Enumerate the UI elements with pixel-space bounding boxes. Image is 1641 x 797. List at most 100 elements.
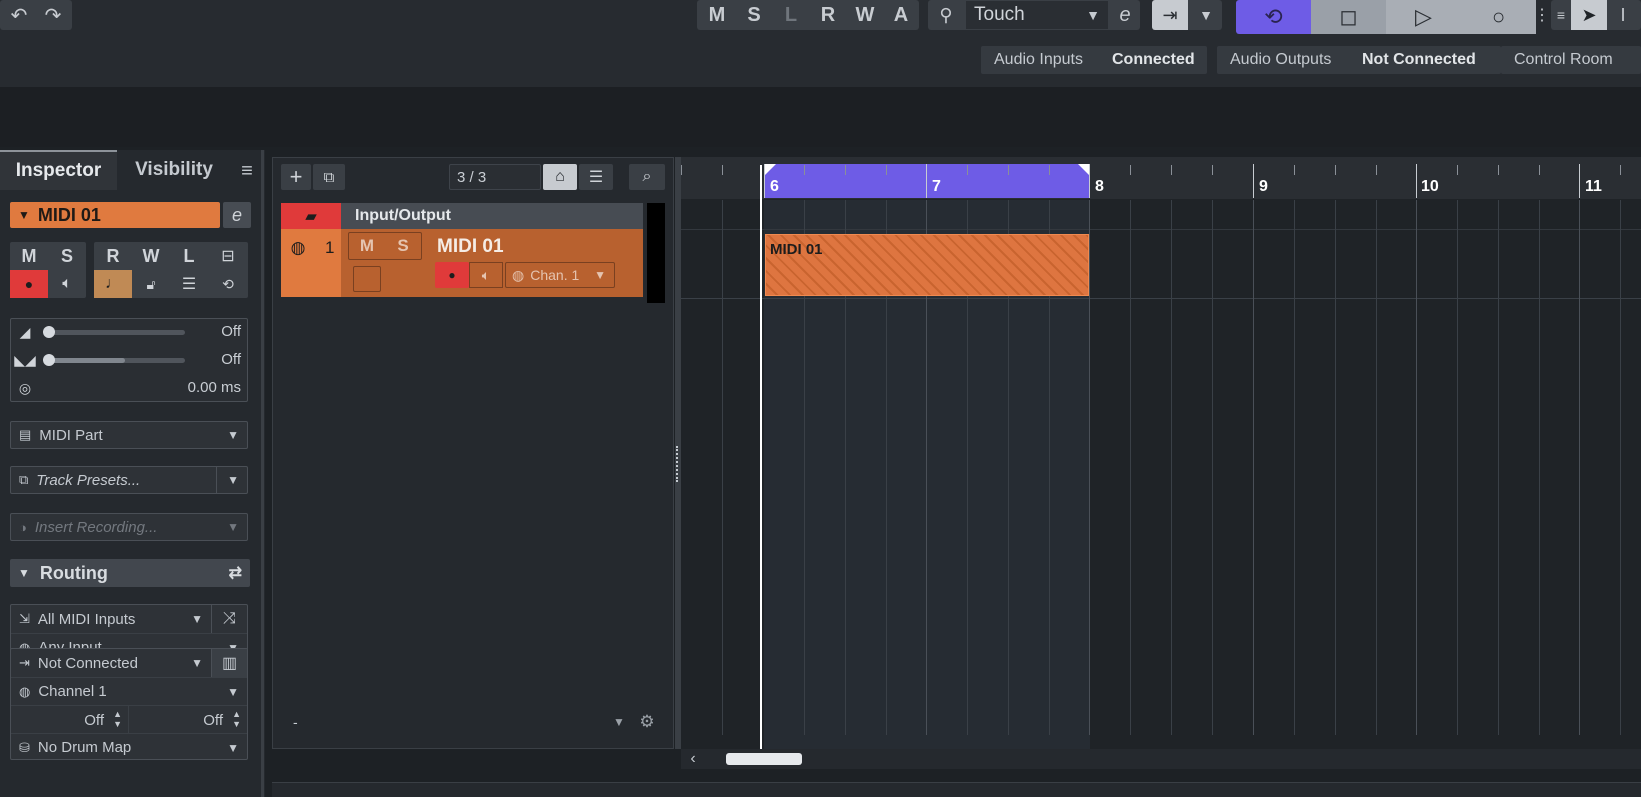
volume-slider[interactable] bbox=[47, 330, 185, 335]
list-icon[interactable]: ☰ bbox=[170, 270, 208, 298]
grid-line bbox=[1376, 200, 1377, 735]
volume-value: Off bbox=[221, 323, 241, 340]
track-visibility-icon[interactable]: ⌂ bbox=[543, 164, 577, 190]
stop-icon[interactable]: ◻ bbox=[1311, 0, 1386, 34]
channel-select[interactable]: ◍ Channel 1 ▼ bbox=[11, 677, 247, 705]
undo-icon[interactable]: ↶ bbox=[6, 2, 32, 28]
track-solo-button[interactable]: S bbox=[385, 233, 421, 259]
unlock-icon[interactable]: 🔓︎ bbox=[132, 270, 170, 298]
range-tool-icon[interactable]: I bbox=[1609, 2, 1637, 28]
edit-channel-button[interactable]: e bbox=[223, 202, 251, 228]
splitter-handle[interactable] bbox=[676, 446, 680, 482]
mute-button[interactable]: M bbox=[10, 242, 48, 270]
tab-visibility[interactable]: Visibility bbox=[117, 150, 231, 190]
automation-mode-select[interactable]: Touch ▼ bbox=[966, 1, 1108, 29]
solo-button[interactable]: S bbox=[48, 242, 86, 270]
inspector-track-name[interactable]: ▼ MIDI 01 bbox=[10, 202, 220, 228]
horizontal-scrollbar[interactable]: ‹ bbox=[681, 749, 1641, 769]
chevron-down-icon[interactable]: ▼ bbox=[611, 714, 627, 730]
note-icon[interactable]: ♩ bbox=[94, 270, 132, 298]
midi-part[interactable]: MIDI 01 bbox=[765, 234, 1089, 296]
pan-slider-handle[interactable] bbox=[43, 354, 55, 366]
bar-number: 7 bbox=[932, 178, 941, 195]
record-icon[interactable]: ○ bbox=[1461, 0, 1536, 34]
lock-button[interactable]: L bbox=[170, 242, 208, 270]
listen-all-button[interactable]: L bbox=[775, 0, 807, 30]
track-presets-select[interactable]: ⧉ Track Presets... ▼ bbox=[10, 466, 248, 494]
folder-icon[interactable]: ▰ bbox=[281, 203, 341, 229]
track-monitor-icon[interactable]: 🔈︎ bbox=[469, 262, 503, 288]
gear-icon[interactable]: ⚙ bbox=[637, 712, 657, 732]
input-icon: ⇲ bbox=[19, 611, 30, 626]
drum-map-select[interactable]: ⛁ No Drum Map ▼ bbox=[11, 733, 247, 761]
edit-automation-button[interactable]: e bbox=[1112, 2, 1138, 28]
track-presets-icon[interactable]: ⧉ bbox=[313, 164, 345, 190]
ms-block: M S ● 🔈︎ bbox=[10, 242, 86, 298]
routing-icon[interactable]: ⇄ bbox=[229, 563, 242, 583]
track-list-icon[interactable]: ☰ bbox=[579, 164, 613, 190]
grid-line bbox=[1457, 200, 1458, 735]
read-all-button[interactable]: R bbox=[812, 0, 844, 30]
track-edit-icon[interactable]: ⊟ bbox=[208, 242, 248, 270]
timebase-icon[interactable]: ⟲ bbox=[208, 270, 248, 298]
track-name[interactable]: MIDI 01 bbox=[437, 236, 504, 258]
solo-all-button[interactable]: S bbox=[738, 0, 770, 30]
snap-icon[interactable]: ⇥ bbox=[1152, 0, 1188, 30]
more-icon[interactable]: ⋮ bbox=[1534, 2, 1550, 28]
track-checkbox[interactable] bbox=[353, 266, 381, 292]
bar-line bbox=[1416, 164, 1417, 198]
tab-inspector[interactable]: Inspector bbox=[0, 150, 117, 190]
track-scrollbar[interactable] bbox=[647, 203, 665, 303]
left-locator-marker[interactable] bbox=[764, 164, 776, 176]
chevron-down-icon[interactable]: ▼ bbox=[1192, 2, 1220, 28]
midi-input-select[interactable]: ⇲ All MIDI Inputs ▼ bbox=[11, 605, 211, 633]
monitor-icon[interactable]: 🔈︎ bbox=[48, 270, 86, 298]
inspector-menu-icon[interactable]: ≡ bbox=[235, 160, 259, 182]
part-type-select[interactable]: ▤ MIDI Part ▼ bbox=[10, 421, 248, 449]
track-record-icon[interactable]: ● bbox=[435, 262, 469, 288]
add-track-icon[interactable]: + bbox=[281, 164, 311, 190]
play-icon[interactable]: ▷ bbox=[1386, 0, 1461, 34]
stepper-icon[interactable]: ▲ ▼ bbox=[232, 709, 241, 729]
midi-track[interactable]: ◍ 1 M S MIDI 01 ● 🔈︎ ◍ Chan. 1 ▼ bbox=[281, 229, 643, 297]
stepper-icon[interactable]: ▲ ▼ bbox=[113, 709, 122, 729]
redo-icon[interactable]: ↷ bbox=[40, 2, 66, 28]
shuffle-icon[interactable]: ⤨ bbox=[211, 605, 247, 633]
scroll-left-icon[interactable]: ‹ bbox=[685, 750, 701, 767]
automation-mode-value: Touch bbox=[974, 4, 1025, 25]
bank-stepper[interactable]: Off ▲ ▼ bbox=[11, 705, 129, 733]
lower-zone bbox=[272, 782, 1641, 797]
pointer-tool-icon[interactable]: ➤ bbox=[1571, 0, 1607, 30]
search-icon[interactable]: ⌕ bbox=[629, 164, 665, 190]
write-button[interactable]: W bbox=[132, 242, 170, 270]
collapse-icon: ▼ bbox=[18, 566, 30, 580]
tool-menu-icon[interactable]: ≡ bbox=[1553, 2, 1569, 28]
cycle-icon[interactable]: ⟲ bbox=[1236, 0, 1311, 34]
ruler-tick bbox=[1049, 165, 1050, 175]
folder-track[interactable]: ▰ Input/Output bbox=[281, 203, 643, 229]
volume-slider-handle[interactable] bbox=[43, 326, 55, 338]
midi-output-select[interactable]: ⇥ Not Connected ▼ bbox=[11, 649, 211, 677]
mute-all-button[interactable]: M bbox=[701, 0, 733, 30]
automation-a-button[interactable]: A bbox=[885, 0, 917, 30]
read-button[interactable]: R bbox=[94, 242, 132, 270]
track-mute-button[interactable]: M bbox=[349, 233, 385, 259]
project-cursor[interactable] bbox=[760, 165, 762, 749]
track-channel-select[interactable]: ◍ Chan. 1 ▼ bbox=[505, 262, 615, 288]
ruler-tick bbox=[1212, 165, 1213, 175]
control-room-status[interactable]: Control Room bbox=[1501, 46, 1641, 74]
write-all-button[interactable]: W bbox=[849, 0, 881, 30]
insert-recording-select[interactable]: ◑ Insert Recording... ▼ bbox=[10, 513, 248, 541]
record-enable-icon[interactable]: ● bbox=[10, 270, 48, 298]
ruler-tick bbox=[1335, 165, 1336, 175]
routing-section-header[interactable]: ▼ Routing ⇄ bbox=[10, 559, 250, 587]
scrollbar-thumb[interactable] bbox=[726, 753, 802, 765]
cycle-range[interactable] bbox=[764, 164, 1090, 198]
track-lane-divider bbox=[681, 298, 1641, 299]
delay-value[interactable]: 0.00 ms bbox=[188, 379, 241, 396]
program-stepper[interactable]: Off ▲ ▼ bbox=[129, 705, 247, 733]
keyboard-icon[interactable]: ▥ bbox=[211, 649, 247, 677]
inspector-divider[interactable] bbox=[261, 150, 264, 797]
ruler-tick bbox=[1620, 165, 1621, 175]
chevron-down-icon: ▼ bbox=[191, 612, 203, 626]
